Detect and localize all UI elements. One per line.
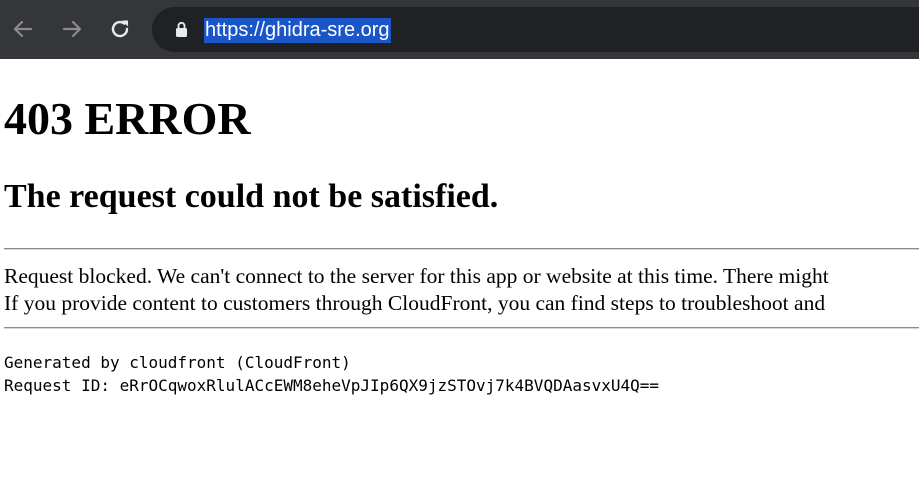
reload-icon [111, 20, 129, 38]
error-heading: 403 ERROR [4, 93, 251, 144]
error-message-line-2: If you provide content to customers thro… [4, 291, 826, 315]
generated-by-text: Generated by cloudfront (CloudFront) [4, 353, 351, 372]
error-subheading: The request could not be satisfied. [4, 178, 499, 215]
error-details: Generated by cloudfront (CloudFront) Req… [4, 351, 659, 397]
address-bar[interactable]: https://ghidra-sre.org [152, 7, 919, 52]
back-button[interactable] [10, 11, 36, 47]
url-text[interactable]: https://ghidra-sre.org [204, 18, 391, 43]
page-content: 403 ERROR The request could not be satis… [0, 59, 919, 482]
browser-toolbar: https://ghidra-sre.org [0, 0, 919, 59]
forward-button[interactable] [59, 11, 85, 47]
back-arrow-icon [13, 20, 33, 38]
divider-top [4, 248, 919, 250]
reload-button[interactable] [107, 11, 133, 47]
divider-bottom [4, 327, 919, 329]
lock-icon[interactable] [175, 21, 188, 38]
request-id-text: Request ID: eRrOCqwoxRlulACcEWM8eheVpJIp… [4, 376, 660, 395]
error-message-line-1: Request blocked. We can't connect to the… [4, 264, 829, 288]
error-message: Request blocked. We can't connect to the… [4, 263, 829, 317]
forward-arrow-icon [62, 20, 82, 38]
